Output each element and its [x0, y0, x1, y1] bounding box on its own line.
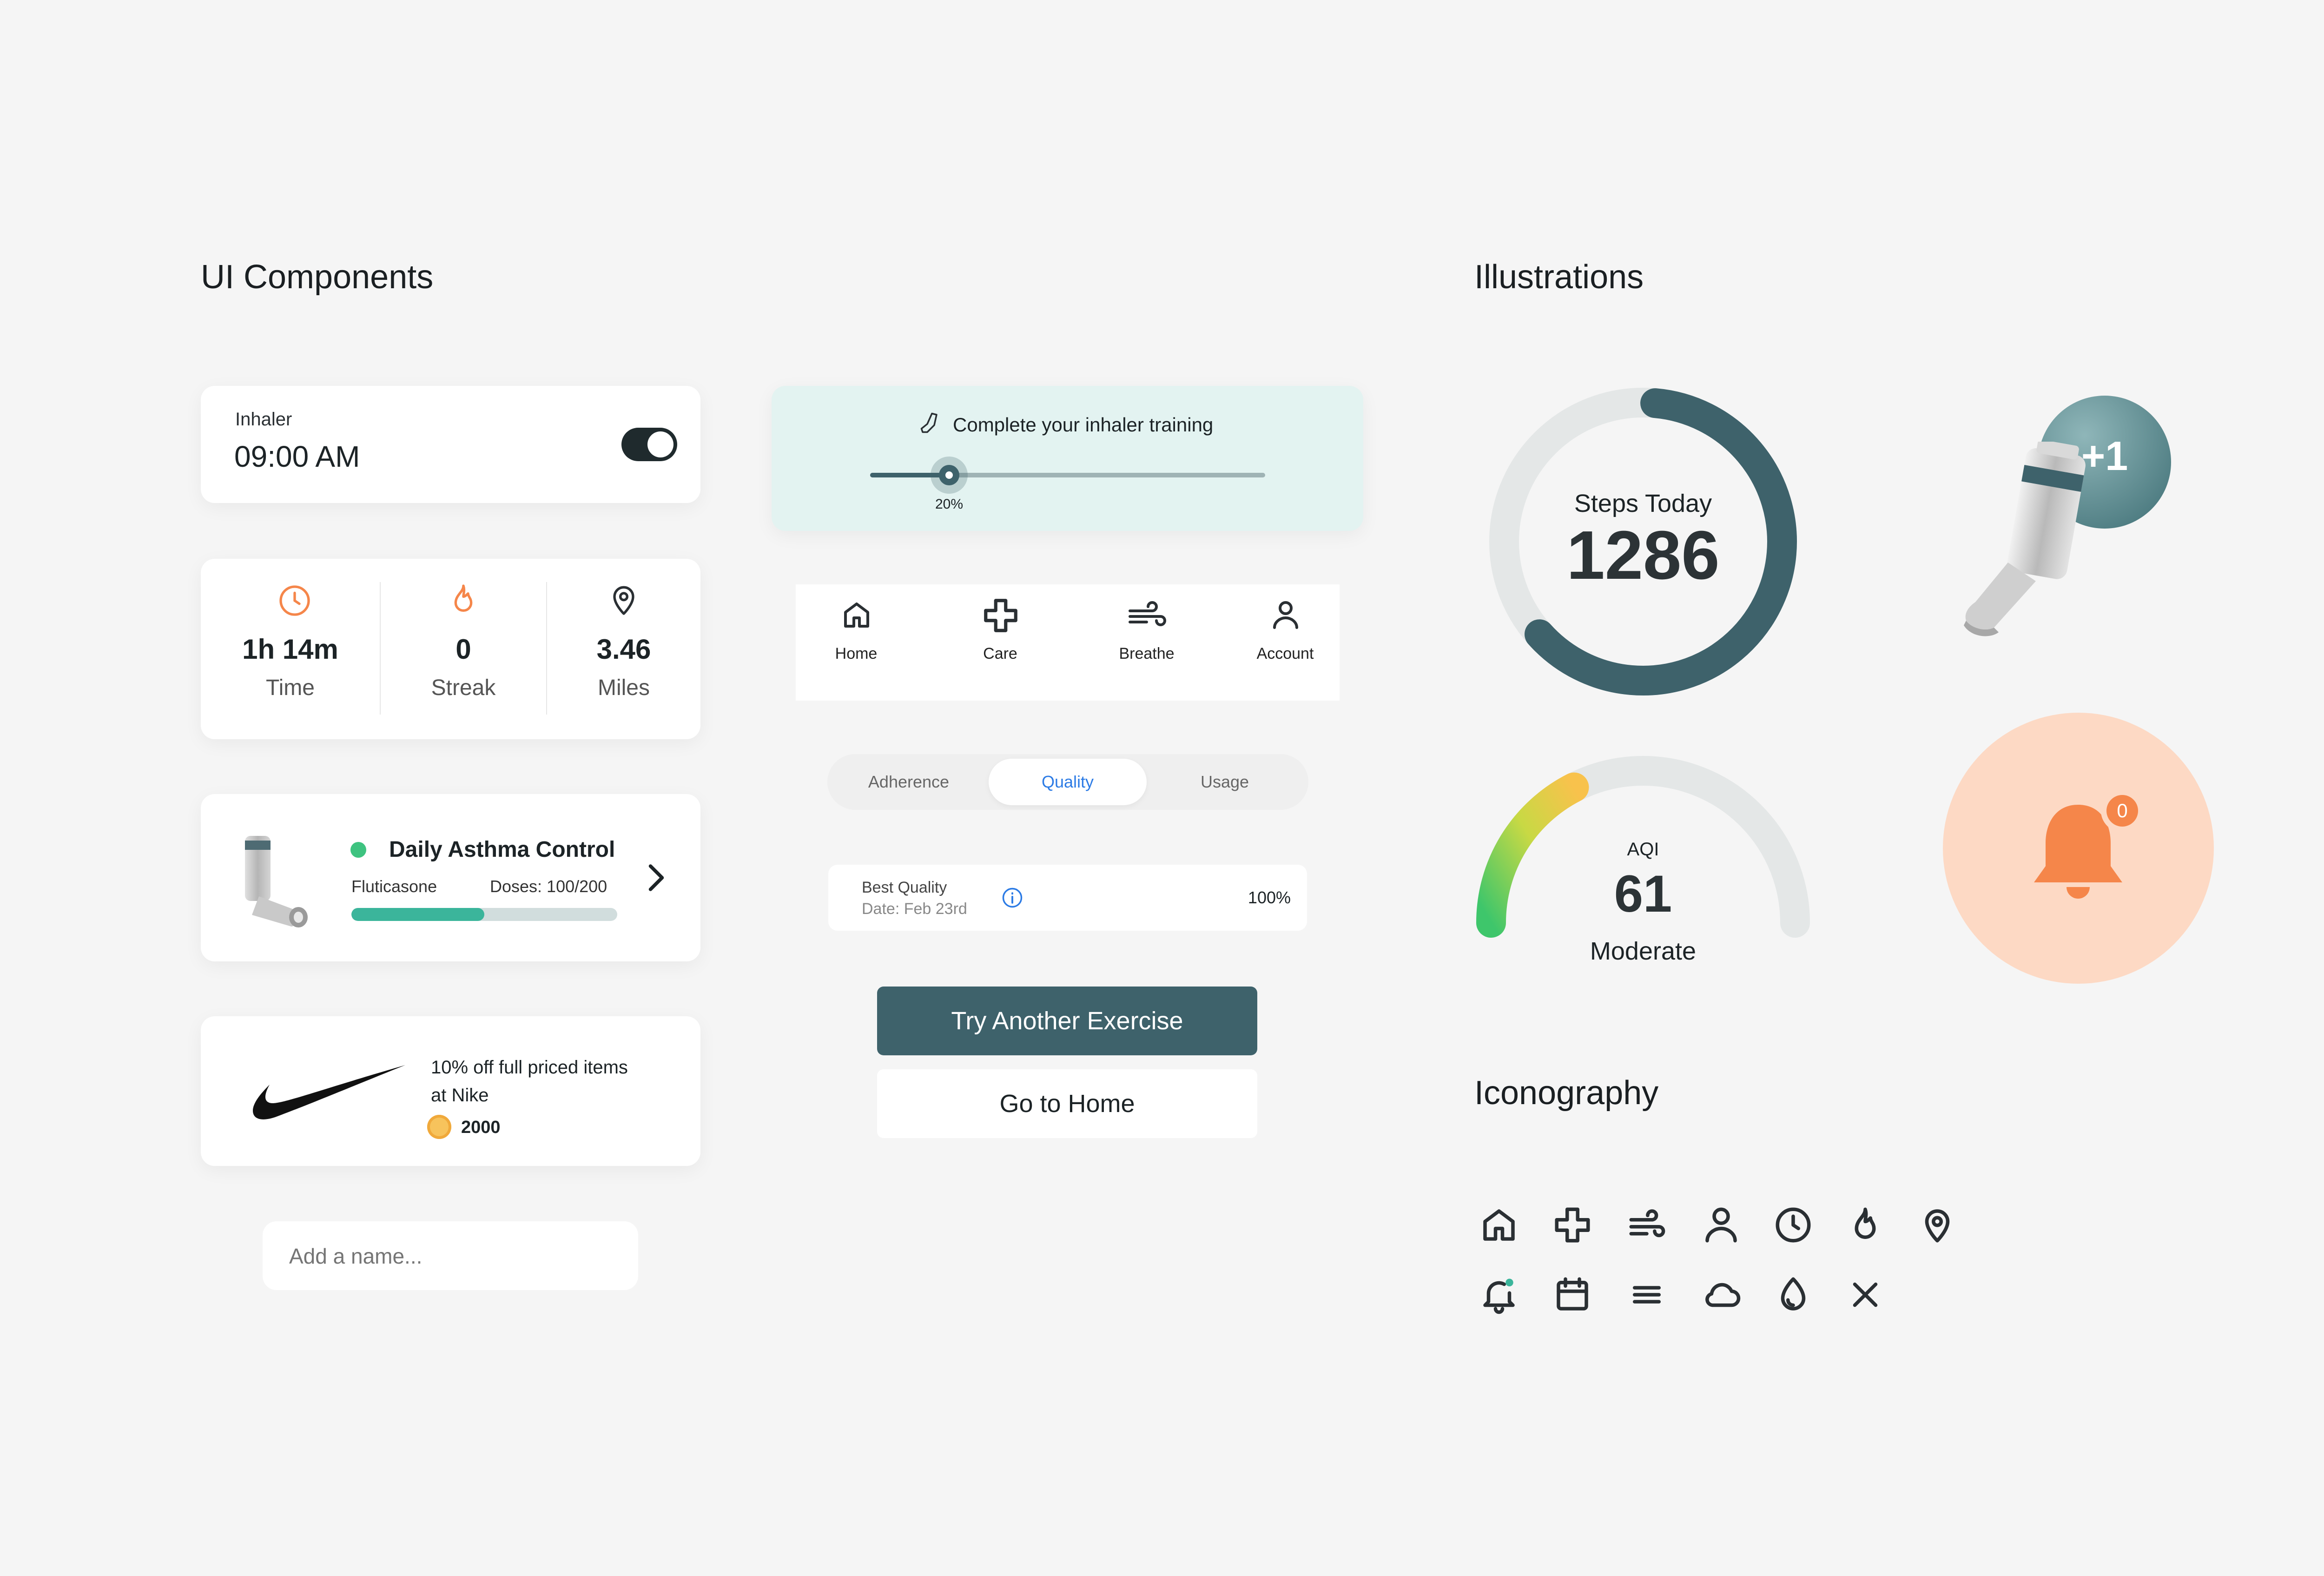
- promo-line1: 10% off full priced items: [431, 1057, 628, 1078]
- stat-time: 1h 14m Time: [201, 559, 380, 739]
- training-slider-track[interactable]: [870, 473, 1265, 477]
- notification-bell-illustration: 0: [1943, 713, 2214, 984]
- cloud-icon: [1705, 1283, 1741, 1307]
- inhaler-reminder-card[interactable]: Inhaler 09:00 AM: [201, 386, 700, 503]
- name-input-wrapper[interactable]: [263, 1221, 638, 1291]
- icon-grid: [1478, 1204, 1989, 1330]
- stat-miles: 3.46 Miles: [547, 559, 700, 739]
- segment-quality[interactable]: Quality: [989, 759, 1147, 805]
- inhaler-time: 09:00 AM: [234, 440, 360, 473]
- bottom-nav-bar: Home Care Breathe Account: [796, 584, 1340, 701]
- segment-usage[interactable]: Usage: [1153, 759, 1297, 805]
- home-icon: [1483, 1209, 1515, 1241]
- inhaler-toggle[interactable]: [621, 428, 677, 461]
- section-title-illustrations: Illustrations: [1474, 258, 1644, 296]
- training-percent-label: 20%: [935, 497, 964, 512]
- nav-item-account[interactable]: Account: [1243, 598, 1327, 691]
- section-title-ui-components: UI Components: [201, 258, 434, 296]
- medication-title: Daily Asthma Control: [389, 837, 615, 862]
- user-icon: [1705, 1207, 1737, 1243]
- droplet-icon: [1781, 1277, 1806, 1311]
- steps-label: Steps Today: [1574, 490, 1712, 517]
- nav-item-care[interactable]: Care: [958, 598, 1042, 691]
- segment-adherence[interactable]: Adherence: [837, 759, 981, 805]
- bell-badge-count: 0: [2106, 795, 2138, 827]
- inhaler-image: [245, 836, 308, 927]
- training-banner[interactable]: Complete your inhaler training 20%: [772, 386, 1363, 531]
- nav-item-label: Account: [1256, 645, 1314, 662]
- stat-value: 3.46: [596, 634, 651, 665]
- stat-label: Streak: [431, 675, 496, 700]
- coin-icon: [427, 1115, 451, 1139]
- close-icon: [1853, 1282, 1878, 1307]
- bell-notification-icon: [1483, 1278, 1515, 1314]
- home-icon: [844, 603, 869, 628]
- location-pin-icon: [1925, 1209, 1950, 1243]
- calendar-icon: [1557, 1277, 1588, 1311]
- training-slider-knob[interactable]: [931, 457, 968, 494]
- clock-icon: [279, 585, 310, 616]
- nav-item-label: Home: [835, 645, 878, 662]
- stats-card: 1h 14m Time 0 Streak 3.46 Miles: [201, 559, 700, 739]
- inhaler-icon: [920, 412, 938, 433]
- user-icon: [1273, 601, 1298, 629]
- plus-cross-icon: [984, 599, 1017, 632]
- location-pin-icon: [613, 586, 634, 615]
- medication-card[interactable]: Daily Asthma Control Fluticasone Doses: …: [201, 794, 700, 961]
- quality-row: Best Quality Date: Feb 23rd 100%: [828, 865, 1307, 931]
- stat-streak: 0 Streak: [381, 559, 546, 739]
- stat-value: 0: [456, 634, 471, 665]
- nav-item-label: Care: [983, 645, 1017, 662]
- stat-value: 1h 14m: [242, 634, 338, 665]
- nav-item-label: Breathe: [1119, 645, 1175, 662]
- inhaler-illustration: [1964, 442, 2086, 636]
- try-another-exercise-button[interactable]: Try Another Exercise: [877, 987, 1257, 1055]
- aqi-label: AQI: [1627, 839, 1659, 860]
- promo-line2: at Nike: [431, 1085, 489, 1106]
- nav-item-breathe[interactable]: Breathe: [1105, 598, 1188, 691]
- inhaler-reward-illustration: +1: [1952, 391, 2185, 642]
- aqi-value: 61: [1614, 865, 1672, 923]
- dose-progress-fill: [351, 908, 484, 921]
- go-to-home-button[interactable]: Go to Home: [877, 1069, 1257, 1138]
- quality-date: Date: Feb 23rd: [862, 900, 967, 918]
- chevron-right-icon[interactable]: [645, 861, 668, 894]
- stat-label: Miles: [597, 675, 650, 700]
- promo-points: 2000: [461, 1118, 501, 1137]
- bell-badge-ring: 0: [2101, 789, 2144, 832]
- dose-progress-bar: [351, 908, 617, 921]
- info-icon[interactable]: [1000, 886, 1024, 910]
- segmented-control: Adherence Quality Usage: [827, 754, 1308, 810]
- quality-title: Best Quality: [862, 879, 947, 896]
- steps-ring: Steps Today 1286: [1487, 386, 1799, 697]
- medication-doses: Doses: 100/200: [490, 877, 607, 896]
- plus-cross-icon: [1555, 1207, 1590, 1243]
- medication-drug: Fluticasone: [351, 877, 437, 896]
- status-dot: [350, 842, 366, 858]
- wind-icon: [1629, 1209, 1665, 1238]
- name-input[interactable]: [288, 1221, 615, 1291]
- nike-logo: [253, 1065, 405, 1119]
- clock-icon: [1776, 1207, 1811, 1243]
- toggle-knob: [647, 431, 673, 457]
- stat-label: Time: [266, 675, 315, 700]
- aqi-gauge: AQI 61 Moderate: [1473, 744, 1813, 986]
- training-text: Complete your inhaler training: [953, 414, 1214, 436]
- quality-value: 100%: [1248, 888, 1291, 907]
- section-title-iconography: Iconography: [1474, 1074, 1659, 1112]
- wind-icon: [1129, 601, 1166, 626]
- steps-value: 1286: [1566, 517, 1720, 594]
- flame-icon: [454, 584, 473, 612]
- promo-card[interactable]: 10% off full priced items at Nike 2000: [201, 1016, 700, 1166]
- inhaler-label: Inhaler: [235, 409, 292, 430]
- flame-icon: [1855, 1207, 1876, 1239]
- menu-icon: [1633, 1286, 1661, 1304]
- aqi-status: Moderate: [1590, 937, 1697, 965]
- nav-item-home[interactable]: Home: [814, 598, 898, 691]
